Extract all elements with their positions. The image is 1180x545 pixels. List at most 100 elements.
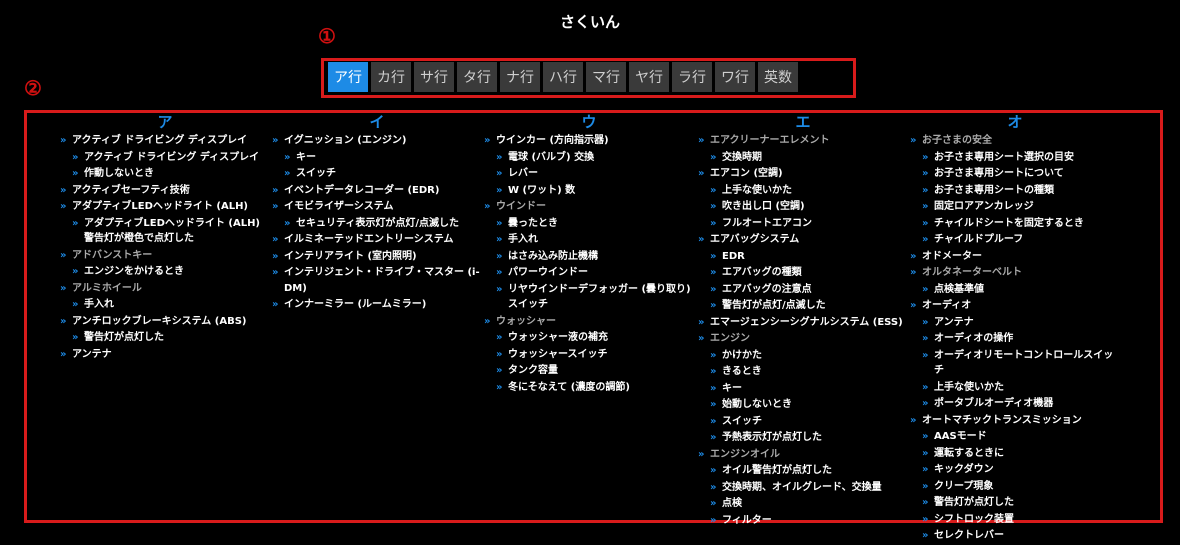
index-subitem[interactable]: » 冬にそなえて (濃度の調節) bbox=[484, 380, 694, 396]
index-subitem[interactable]: » フルオートエアコン bbox=[698, 216, 908, 232]
tab-5[interactable]: ハ行 bbox=[543, 62, 583, 92]
index-subitem[interactable]: » レバー bbox=[484, 166, 694, 182]
index-subitem[interactable]: » タンク容量 bbox=[484, 363, 694, 379]
index-subitem[interactable]: » クリープ現象 bbox=[910, 479, 1120, 495]
index-item[interactable]: » イルミネーテッドエントリーシステム bbox=[272, 232, 482, 248]
index-subitem[interactable]: » 手入れ bbox=[60, 297, 270, 313]
index-subitem[interactable]: » 吹き出し口 (空調) bbox=[698, 199, 908, 215]
index-subitem[interactable]: » 上手な使いかた bbox=[910, 380, 1120, 396]
index-subitem[interactable]: » ポータブルオーディオ機器 bbox=[910, 396, 1120, 412]
index-item[interactable]: » アクティブセーフティ技術 bbox=[60, 183, 270, 199]
tab-1[interactable]: カ行 bbox=[371, 62, 411, 92]
index-subitem[interactable]: » 警告灯が点灯した bbox=[910, 495, 1120, 511]
index-subitem[interactable]: » 警告灯が点灯/点滅した bbox=[698, 298, 908, 314]
index-subitem[interactable]: » 始動しないとき bbox=[698, 397, 908, 413]
index-subitem[interactable]: » 警告灯が点灯した bbox=[60, 330, 270, 346]
index-item[interactable]: » エアクリーナーエレメント bbox=[698, 133, 908, 149]
index-subitem[interactable]: » 固定ロアアンカレッジ bbox=[910, 199, 1120, 215]
index-item[interactable]: » オートマチックトランスミッション bbox=[910, 413, 1120, 429]
index-subitem[interactable]: » チャイルドプルーフ bbox=[910, 232, 1120, 248]
index-item[interactable]: » インテリアライト (室内照明) bbox=[272, 249, 482, 265]
index-subitem[interactable]: » 点検 bbox=[698, 496, 908, 512]
index-subitem[interactable]: » キックダウン bbox=[910, 462, 1120, 478]
index-subitem[interactable]: » AASモード bbox=[910, 429, 1120, 445]
index-subitem[interactable]: » スイッチ bbox=[698, 414, 908, 430]
tab-3[interactable]: タ行 bbox=[457, 62, 497, 92]
index-subitem[interactable]: » スイッチ bbox=[272, 166, 482, 182]
index-subitem[interactable]: » W (ワット) 数 bbox=[484, 183, 694, 199]
index-subitem[interactable]: » お子さま専用シートの種類 bbox=[910, 183, 1120, 199]
index-subitem[interactable]: » キー bbox=[272, 150, 482, 166]
index-subitem[interactable]: » セキュリティ表示灯が点灯/点滅した bbox=[272, 216, 482, 232]
index-subitem[interactable]: » 予熱表示灯が点灯した bbox=[698, 430, 908, 446]
tab-10[interactable]: 英数 bbox=[758, 62, 798, 92]
index-subitem[interactable]: » オイル警告灯が点灯した bbox=[698, 463, 908, 479]
index-subitem[interactable]: » お子さま専用シート選択の目安 bbox=[910, 150, 1120, 166]
index-subitem[interactable]: » セレクトレバー bbox=[910, 528, 1120, 544]
index-subitem[interactable]: » 作動しないとき bbox=[60, 166, 270, 182]
index-item[interactable]: » エンジン bbox=[698, 331, 908, 347]
index-item[interactable]: » インテリジェント・ドライブ・マスター (i-DM) bbox=[272, 265, 482, 296]
tab-2[interactable]: サ行 bbox=[414, 62, 454, 92]
index-subitem[interactable]: » 手入れ bbox=[484, 232, 694, 248]
index-subitem[interactable]: » チャイルドシートを固定するとき bbox=[910, 216, 1120, 232]
index-subitem[interactable]: » エアバッグの注意点 bbox=[698, 282, 908, 298]
index-item[interactable]: » アダプティブLEDヘッドライト (ALH) bbox=[60, 199, 270, 215]
index-subitem[interactable]: » EDR bbox=[698, 249, 908, 265]
index-subitem[interactable]: » 交換時期、オイルグレード、交換量 bbox=[698, 480, 908, 496]
index-item[interactable]: » アンチロックブレーキシステム (ABS) bbox=[60, 314, 270, 330]
index-item[interactable]: » アドバンストキー bbox=[60, 248, 270, 264]
index-subitem[interactable]: » オーディオリモートコントロールスイッチ bbox=[910, 348, 1120, 379]
index-item[interactable]: » エアコン (空調) bbox=[698, 166, 908, 182]
index-item[interactable]: » ウォッシャー bbox=[484, 314, 694, 330]
tab-8[interactable]: ラ行 bbox=[672, 62, 712, 92]
index-subitem[interactable]: » キー bbox=[698, 381, 908, 397]
tab-0[interactable]: ア行 bbox=[328, 62, 368, 92]
index-subitem[interactable]: » 上手な使いかた bbox=[698, 183, 908, 199]
tab-9[interactable]: ワ行 bbox=[715, 62, 755, 92]
index-subitem[interactable]: » かけかた bbox=[698, 348, 908, 364]
index-subitem[interactable]: » 点検基準値 bbox=[910, 282, 1120, 298]
index-subitem[interactable]: » 運転するときに bbox=[910, 446, 1120, 462]
index-item[interactable]: » アルミホイール bbox=[60, 281, 270, 297]
tab-6[interactable]: マ行 bbox=[586, 62, 626, 92]
index-subitem[interactable]: » フィルター bbox=[698, 513, 908, 529]
index-item[interactable]: » イモビライザーシステム bbox=[272, 199, 482, 215]
index-subitem[interactable]: » エンジンをかけるとき bbox=[60, 264, 270, 280]
index-subitem[interactable]: » 交換時期 bbox=[698, 150, 908, 166]
index-subitem[interactable]: » ウォッシャー液の補充 bbox=[484, 330, 694, 346]
index-subitem[interactable]: » エアバッグの種類 bbox=[698, 265, 908, 281]
index-item[interactable]: » インナーミラー (ルームミラー) bbox=[272, 297, 482, 313]
index-subitem[interactable]: » オーディオの操作 bbox=[910, 331, 1120, 347]
index-item[interactable]: » お子さまの安全 bbox=[910, 133, 1120, 149]
column-heading[interactable]: ウ bbox=[484, 112, 694, 132]
index-item[interactable]: » オルタネーターベルト bbox=[910, 265, 1120, 281]
column-heading[interactable]: イ bbox=[272, 112, 482, 132]
column-heading[interactable]: ア bbox=[60, 112, 270, 132]
index-item[interactable]: » ウインドー bbox=[484, 199, 694, 215]
index-item[interactable]: » オーディオ bbox=[910, 298, 1120, 314]
index-subitem[interactable]: » きるとき bbox=[698, 364, 908, 380]
index-item[interactable]: » エアバッグシステム bbox=[698, 232, 908, 248]
index-subitem[interactable]: » アダプティブLEDヘッドライト (ALH) 警告灯が橙色で点灯した bbox=[60, 216, 270, 247]
index-item[interactable]: » エンジンオイル bbox=[698, 447, 908, 463]
index-item[interactable]: » イグニッション (エンジン) bbox=[272, 133, 482, 149]
index-subitem[interactable]: » 曇ったとき bbox=[484, 216, 694, 232]
index-subitem[interactable]: » パワーウインドー bbox=[484, 265, 694, 281]
index-subitem[interactable]: » ウォッシャースイッチ bbox=[484, 347, 694, 363]
index-item[interactable]: » ウインカー (方向指示器) bbox=[484, 133, 694, 149]
index-item[interactable]: » オドメーター bbox=[910, 249, 1120, 265]
index-item[interactable]: » イベントデータレコーダー (EDR) bbox=[272, 183, 482, 199]
index-subitem[interactable]: » 電球 (バルブ) 交換 bbox=[484, 150, 694, 166]
index-subitem[interactable]: » リヤウインドーデフォッガー (曇り取り) スイッチ bbox=[484, 282, 694, 313]
tab-7[interactable]: ヤ行 bbox=[629, 62, 669, 92]
index-item[interactable]: » アクティブ ドライビング ディスプレイ bbox=[60, 133, 270, 149]
index-item[interactable]: » アンテナ bbox=[60, 347, 270, 363]
index-subitem[interactable]: » はさみ込み防止機構 bbox=[484, 249, 694, 265]
column-heading[interactable]: オ bbox=[910, 112, 1120, 132]
index-subitem[interactable]: » アンテナ bbox=[910, 315, 1120, 331]
index-item[interactable]: » エマージェンシーシグナルシステム (ESS) bbox=[698, 315, 908, 331]
index-subitem[interactable]: » お子さま専用シートについて bbox=[910, 166, 1120, 182]
column-heading[interactable]: エ bbox=[698, 112, 908, 132]
tab-4[interactable]: ナ行 bbox=[500, 62, 540, 92]
